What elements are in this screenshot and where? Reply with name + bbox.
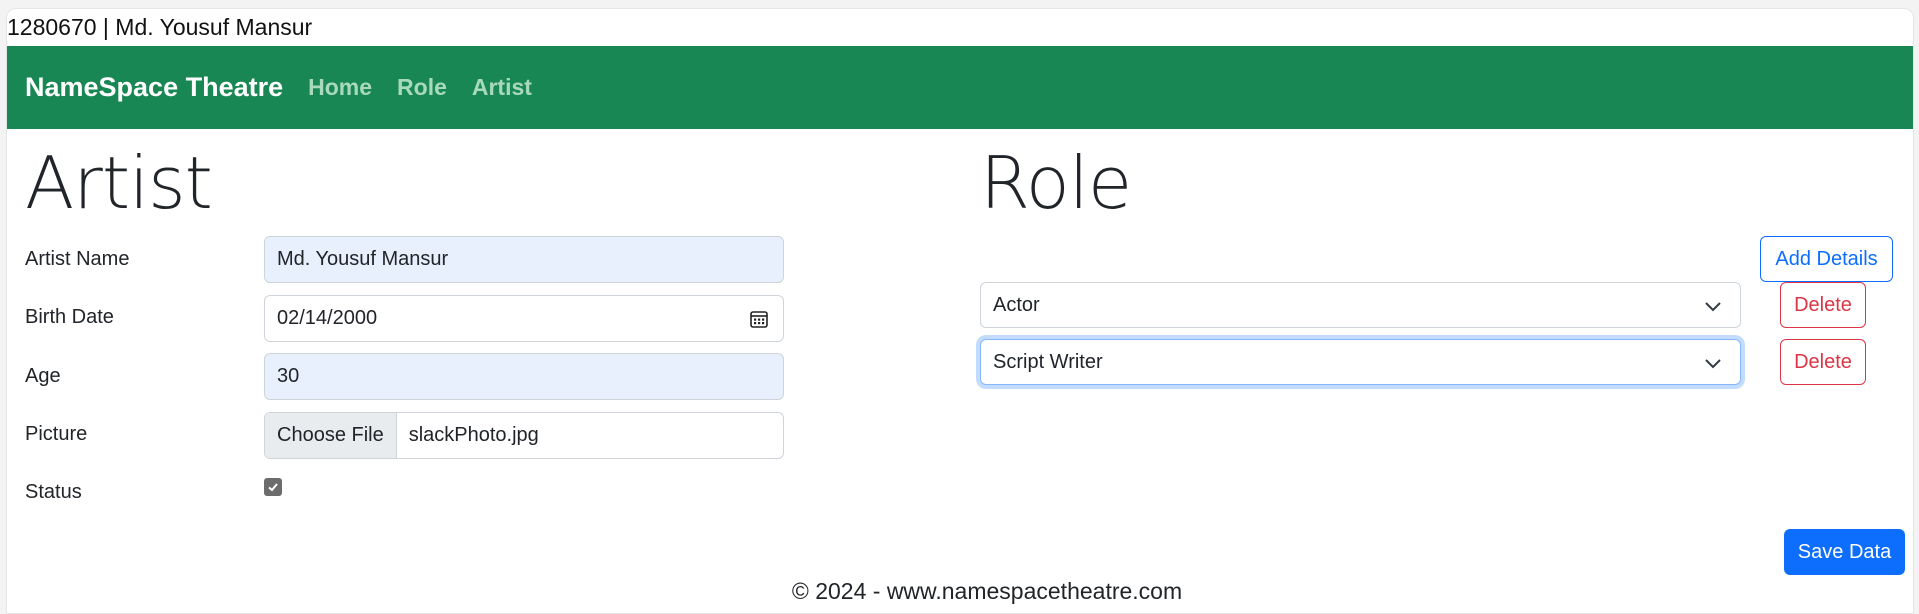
artist-name-input[interactable]: Md. Yousuf Mansur	[264, 236, 784, 283]
birth-date-label: Birth Date	[25, 306, 114, 328]
role-select-2-value: Script Writer	[993, 350, 1103, 373]
file-name: slackPhoto.jpg	[408, 424, 539, 446]
calendar-icon[interactable]	[749, 309, 769, 329]
delete-button-2[interactable]: Delete	[1780, 339, 1866, 385]
birth-date-value: 02/14/2000	[277, 307, 378, 329]
role-select-1-value: Actor	[993, 293, 1040, 316]
artist-name-value: Md. Yousuf Mansur	[277, 248, 449, 270]
nav-link-role[interactable]: Role	[397, 74, 447, 101]
status-label: Status	[25, 481, 82, 503]
artist-name-label: Artist Name	[25, 248, 130, 270]
nav-link-artist[interactable]: Artist	[472, 74, 532, 101]
footer-text: © 2024 - www.namespacetheatre.com	[791, 578, 1183, 604]
checkmark-icon	[268, 483, 278, 492]
picture-label: Picture	[25, 423, 88, 445]
chevron-down-icon	[1705, 359, 1721, 369]
page-header-title: 1280670 | Md. Yousuf Mansur	[7, 14, 313, 40]
role-heading: Role	[980, 141, 1132, 225]
save-data-button[interactable]: Save Data	[1784, 529, 1905, 575]
artist-heading: Artist	[25, 141, 213, 225]
status-checkbox[interactable]	[264, 478, 282, 496]
role-select-1[interactable]: Actor	[980, 282, 1741, 328]
nav-link-home[interactable]: Home	[308, 74, 372, 101]
navbar-brand[interactable]: NameSpace Theatre	[25, 72, 283, 103]
chevron-down-icon	[1705, 302, 1721, 312]
navbar: NameSpace Theatre Home Role Artist	[7, 46, 1913, 129]
age-value: 30	[277, 365, 300, 387]
page: 1280670 | Md. Yousuf Mansur NameSpace Th…	[6, 8, 1914, 614]
picture-file-input[interactable]: Choose File slackPhoto.jpg	[264, 412, 784, 459]
age-input[interactable]: 30	[264, 353, 784, 400]
delete-button-1[interactable]: Delete	[1780, 282, 1866, 328]
age-label: Age	[25, 365, 61, 387]
choose-file-button[interactable]: Choose File	[265, 413, 397, 458]
birth-date-input[interactable]: 02/14/2000	[264, 295, 784, 342]
role-select-2[interactable]: Script Writer	[980, 339, 1741, 385]
add-details-button[interactable]: Add Details	[1760, 236, 1893, 282]
